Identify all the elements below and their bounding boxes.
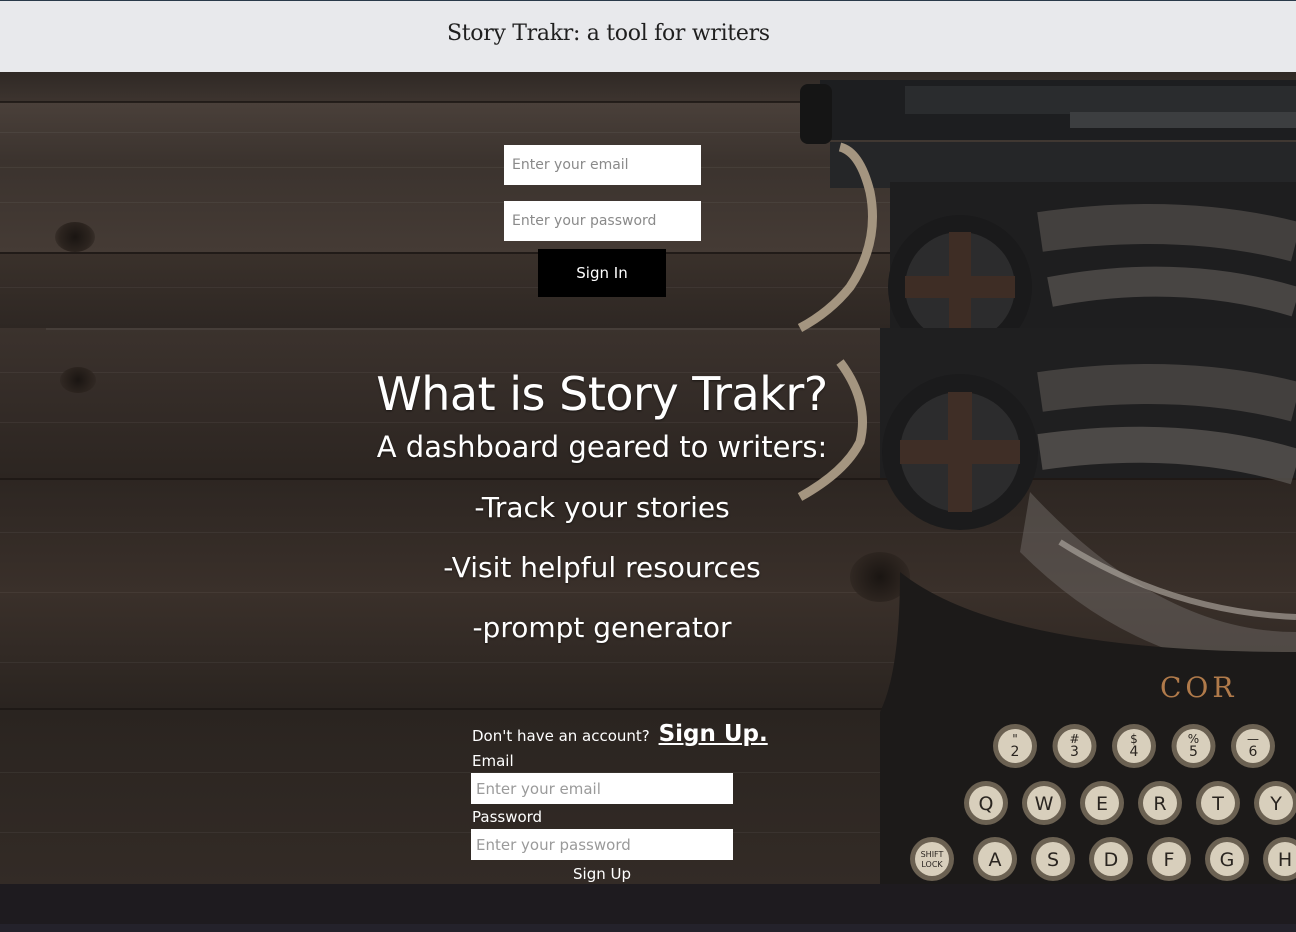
typewriter-key: W xyxy=(1022,781,1066,825)
signup-password-input[interactable] xyxy=(471,829,733,860)
typewriter-key: T xyxy=(1196,781,1240,825)
navbar: Story Trakr: a tool for writers xyxy=(0,0,1296,72)
signup-email-input[interactable] xyxy=(471,773,733,804)
sign-in-button[interactable]: Sign In xyxy=(538,249,666,297)
svg-text:4: 4 xyxy=(1130,744,1139,760)
typewriter-key: Q xyxy=(964,781,1008,825)
typewriter-key: F xyxy=(1147,837,1191,881)
svg-text:E: E xyxy=(1096,793,1108,815)
svg-text:F: F xyxy=(1164,849,1175,871)
brand-title[interactable]: Story Trakr: a tool for writers xyxy=(447,21,770,46)
typewriter-key: 4$ xyxy=(1112,724,1156,768)
svg-text:H: H xyxy=(1278,849,1292,871)
svg-text:A: A xyxy=(989,849,1002,871)
feature-item: -prompt generator xyxy=(472,611,732,644)
about-title: What is Story Trakr? xyxy=(376,367,828,421)
footer-edge xyxy=(0,924,1296,932)
svg-text:R: R xyxy=(1153,793,1166,815)
svg-text:W: W xyxy=(1035,793,1054,815)
about-subtitle: A dashboard geared to writers: xyxy=(376,430,828,464)
feature-item: -Track your stories xyxy=(474,491,730,524)
typewriter-key: G xyxy=(1205,837,1249,881)
svg-text:D: D xyxy=(1104,849,1119,871)
svg-text:3: 3 xyxy=(1070,744,1079,760)
svg-text:Q: Q xyxy=(979,793,994,815)
svg-text:—: — xyxy=(1247,732,1259,746)
signup-email-label: Email xyxy=(472,752,514,770)
typewriter-key: 5% xyxy=(1171,724,1216,768)
svg-text:G: G xyxy=(1220,849,1235,871)
svg-text:Y: Y xyxy=(1269,793,1282,815)
hero-background: COR 2 " 3 #4 $5% 6— Q W E R T Y SHIFT LOCK A S D F G H xyxy=(0,72,1296,884)
signup-password-label: Password xyxy=(472,808,543,826)
svg-text:S: S xyxy=(1047,849,1059,871)
feature-item: -Visit helpful resources xyxy=(443,551,761,584)
signin-password-input[interactable] xyxy=(504,201,701,241)
typewriter-key: S xyxy=(1031,837,1075,881)
typewriter-image: COR 2"3#4$5%6—Q W E R T YSHIFTLOCK A S D F G H xyxy=(797,80,1296,884)
svg-text:2: 2 xyxy=(1011,744,1020,760)
svg-text:T: T xyxy=(1211,793,1224,815)
signin-email-input[interactable] xyxy=(504,145,701,185)
svg-text:#: # xyxy=(1069,732,1079,746)
svg-text:$: $ xyxy=(1130,732,1138,746)
typewriter-key: Y xyxy=(1254,781,1296,825)
signup-prompt-text: Don't have an account? xyxy=(472,727,650,745)
svg-text:5: 5 xyxy=(1189,744,1198,760)
typewriter-key: R xyxy=(1138,781,1182,825)
sign-up-button[interactable]: Sign Up xyxy=(560,862,644,886)
typewriter-key: 3# xyxy=(1052,724,1097,768)
typewriter-key: 6— xyxy=(1231,724,1275,768)
typewriter-shift-key: SHIFTLOCK xyxy=(910,837,954,881)
typewriter-key: E xyxy=(1080,781,1124,825)
sign-up-link[interactable]: Sign Up. xyxy=(659,721,768,747)
typewriter-brand-text: COR xyxy=(1160,671,1237,704)
svg-text:6: 6 xyxy=(1249,744,1258,760)
signup-prompt: Don't have an account? Sign Up. xyxy=(472,721,768,747)
svg-text:%: % xyxy=(1188,732,1199,746)
svg-text:": " xyxy=(1012,732,1018,746)
typewriter-key: 2" xyxy=(993,724,1037,768)
svg-text:SHIFT: SHIFT xyxy=(921,850,944,859)
svg-text:LOCK: LOCK xyxy=(921,860,943,869)
typewriter-key: A xyxy=(973,837,1017,881)
typewriter-key: D xyxy=(1089,837,1133,881)
